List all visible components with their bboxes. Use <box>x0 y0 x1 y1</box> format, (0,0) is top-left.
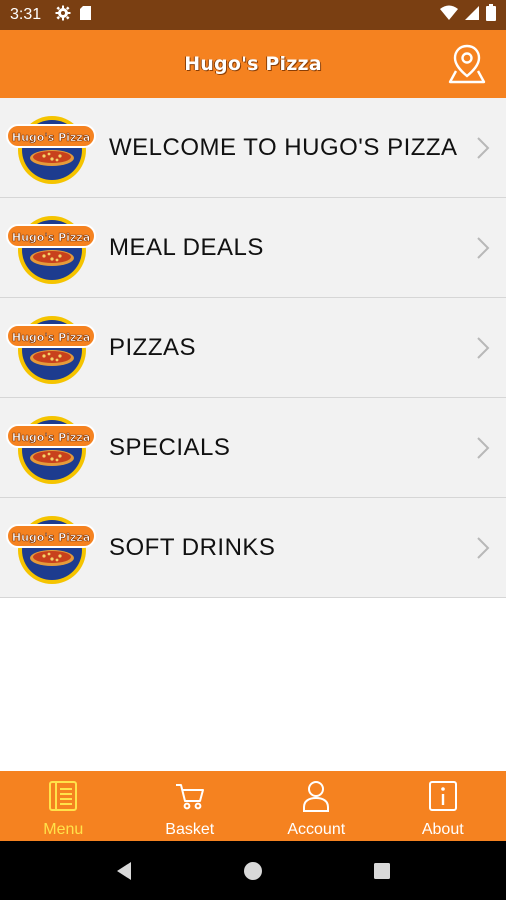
nav-tab-account[interactable]: Account <box>253 771 380 841</box>
signal-icon <box>464 5 480 26</box>
gear-icon <box>55 5 71 26</box>
chevron-right-icon <box>477 237 490 259</box>
logo-text: Hugo's Pizza <box>12 531 90 544</box>
menu-item-label: SPECIALS <box>109 434 231 461</box>
hugos-pizza-logo: Hugo's Pizza <box>6 116 96 184</box>
menu-item-label: PIZZAS <box>109 334 197 361</box>
menu-item-label: WELCOME TO HUGO'S PIZZA <box>109 134 458 161</box>
menu-item-label: SOFT DRINKS <box>109 534 276 561</box>
wifi-icon <box>440 5 458 26</box>
hugos-pizza-logo: Hugo's Pizza <box>6 316 96 384</box>
nav-tab-label: Account <box>287 821 346 838</box>
info-icon <box>426 779 460 813</box>
logo-text: Hugo's Pizza <box>12 231 90 244</box>
app-bar: Hugo's Pizza <box>0 30 506 98</box>
sd-card-icon <box>79 5 92 26</box>
chevron-right-icon <box>477 337 490 359</box>
system-nav-bar <box>0 841 506 900</box>
hugos-pizza-logo: Hugo's Pizza <box>6 516 96 584</box>
nav-tab-label: Basket <box>165 821 215 838</box>
location-pin-icon <box>448 44 486 84</box>
system-home-button[interactable] <box>238 856 268 886</box>
logo-text: Hugo's Pizza <box>12 431 90 444</box>
menu-item-welcome[interactable]: Hugo's Pizza WELCOME TO HUGO'S PIZZA <box>0 98 506 198</box>
status-time: 3:31 <box>10 6 42 23</box>
chevron-right-icon <box>477 437 490 459</box>
system-back-button[interactable] <box>109 856 139 886</box>
location-button[interactable] <box>446 42 488 86</box>
back-triangle-icon <box>117 861 132 880</box>
nav-tab-menu[interactable]: Menu <box>0 771 127 841</box>
menu-item-pizzas[interactable]: Hugo's Pizza PIZZAS <box>0 298 506 398</box>
user-icon <box>299 779 333 813</box>
menu-list: Hugo's Pizza WELCOME TO HUGO'S PIZZA Hug… <box>0 98 506 598</box>
hugos-pizza-logo: Hugo's Pizza <box>6 216 96 284</box>
battery-icon <box>486 4 496 26</box>
cart-icon <box>173 779 207 813</box>
nav-tab-label: About <box>421 821 464 838</box>
menu-item-soft-drinks[interactable]: Hugo's Pizza SOFT DRINKS <box>0 498 506 598</box>
app-screen: 3:31 Hugo's Pizza Hugo's Pizza WELCOME T… <box>0 0 506 900</box>
menu-item-specials[interactable]: Hugo's Pizza SPECIALS <box>0 398 506 498</box>
chevron-right-icon <box>477 537 490 559</box>
logo-text: Hugo's Pizza <box>12 131 90 144</box>
nav-tab-about[interactable]: About <box>380 771 506 841</box>
bottom-nav: Menu Basket Account About <box>0 771 506 841</box>
status-right-icons <box>440 4 496 26</box>
logo-text: Hugo's Pizza <box>12 331 90 344</box>
nav-tab-basket[interactable]: Basket <box>127 771 254 841</box>
page-title: Hugo's Pizza <box>184 53 322 75</box>
menu-book-icon <box>46 779 80 813</box>
system-recents-button[interactable] <box>367 856 397 886</box>
status-left-icons <box>55 5 92 26</box>
menu-item-label: MEAL DEALS <box>109 234 264 261</box>
status-bar: 3:31 <box>0 0 506 30</box>
home-circle-icon <box>243 861 262 880</box>
recents-square-icon <box>373 862 390 879</box>
hugos-pizza-logo: Hugo's Pizza <box>6 416 96 484</box>
menu-item-meal-deals[interactable]: Hugo's Pizza MEAL DEALS <box>0 198 506 298</box>
nav-tab-label: Menu <box>43 821 84 838</box>
chevron-right-icon <box>477 137 490 159</box>
